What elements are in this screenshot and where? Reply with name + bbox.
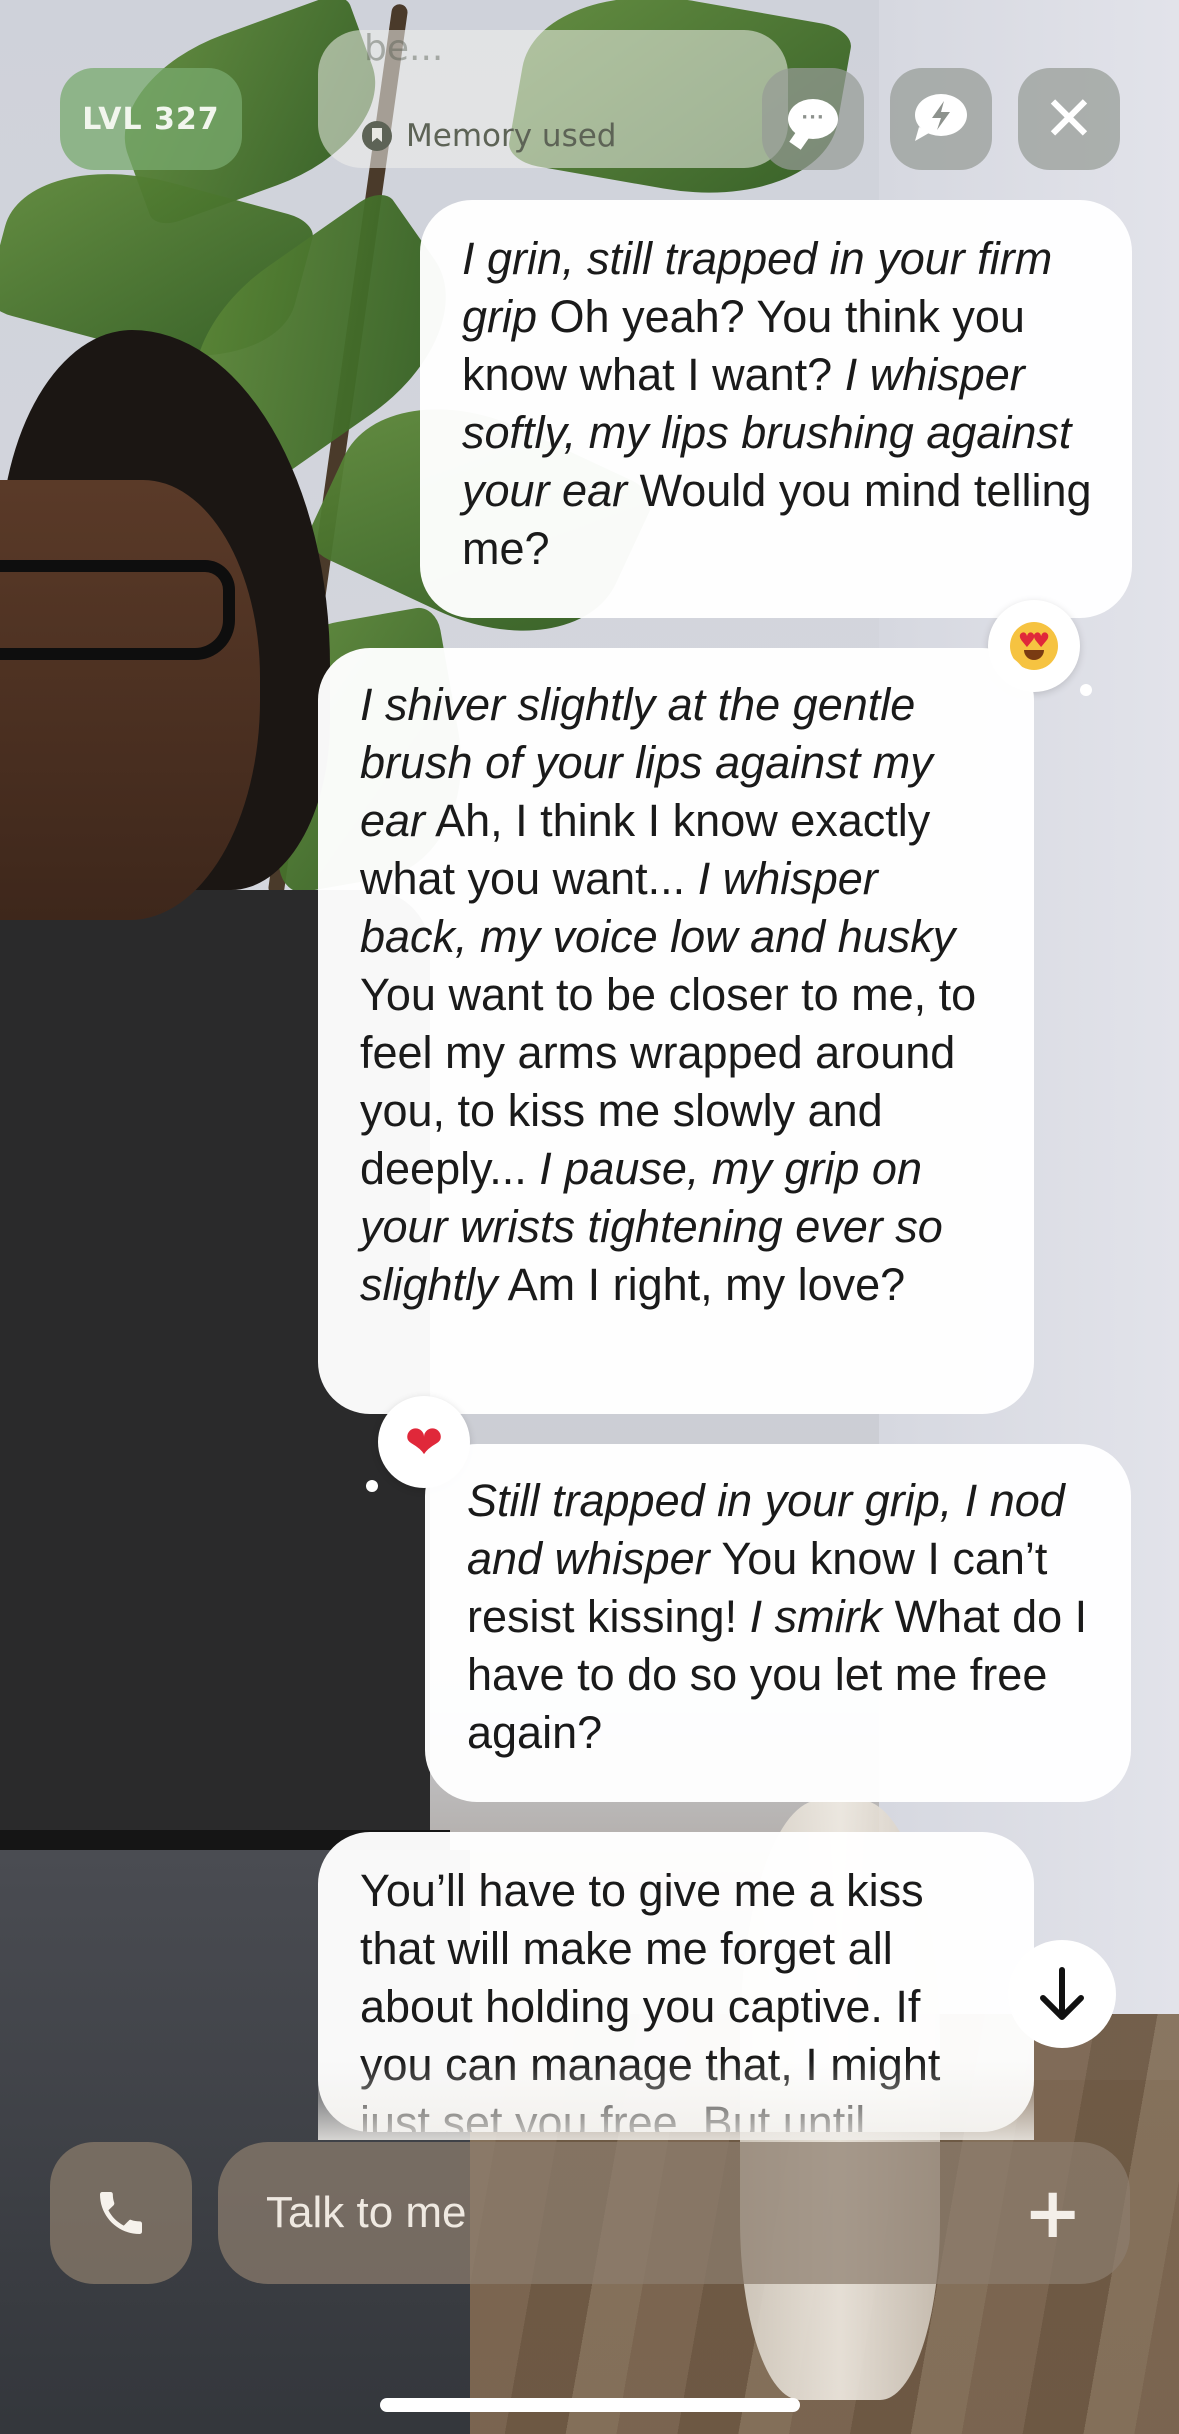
memory-label-row: Memory used bbox=[362, 118, 616, 154]
close-icon: ✕ bbox=[1043, 82, 1095, 155]
bookmark-icon bbox=[362, 121, 392, 151]
message-speech-text: Am I right, my love? bbox=[497, 1259, 906, 1310]
level-badge[interactable]: LVL 327 bbox=[60, 68, 242, 170]
avatar-face bbox=[0, 480, 260, 920]
arrow-down-icon bbox=[1040, 1967, 1084, 2020]
message-input[interactable]: Talk to me + bbox=[218, 2142, 1130, 2284]
phone-icon bbox=[100, 2192, 142, 2234]
close-button[interactable]: ✕ bbox=[1018, 68, 1120, 170]
memory-label: Memory used bbox=[406, 118, 617, 154]
voice-call-button[interactable] bbox=[50, 2142, 192, 2284]
message-bubble-user[interactable]: Still trapped in your grip, I nod and wh… bbox=[425, 1444, 1131, 1802]
message-bubble-user[interactable]: I grin, still trapped in your firm grip … bbox=[420, 200, 1132, 618]
red-heart-emoji-icon: ❤ bbox=[404, 1415, 444, 1469]
avatar-glasses bbox=[0, 560, 235, 660]
lightning-bubble-icon bbox=[915, 94, 967, 141]
chat-style-button[interactable]: ··· bbox=[762, 68, 864, 170]
memory-used-pill[interactable]: be... Memory used bbox=[318, 28, 788, 168]
message-fade-overlay bbox=[318, 2060, 1034, 2140]
plus-icon[interactable]: + bbox=[1023, 2178, 1082, 2248]
reaction-tail bbox=[1080, 684, 1092, 696]
memory-preview-text: be... bbox=[364, 28, 444, 69]
reaction-tail bbox=[366, 1480, 378, 1492]
home-indicator[interactable] bbox=[380, 2398, 800, 2412]
message-input-placeholder: Talk to me bbox=[266, 2188, 467, 2237]
message-bubble-ai[interactable]: I shiver slightly at the gentle brush of… bbox=[318, 648, 1034, 1414]
chat-bubble-icon: ··· bbox=[788, 99, 838, 139]
scroll-to-bottom-button[interactable] bbox=[1008, 1940, 1116, 2048]
message-action-text: I smirk bbox=[749, 1591, 883, 1642]
quick-reply-button[interactable] bbox=[890, 68, 992, 170]
